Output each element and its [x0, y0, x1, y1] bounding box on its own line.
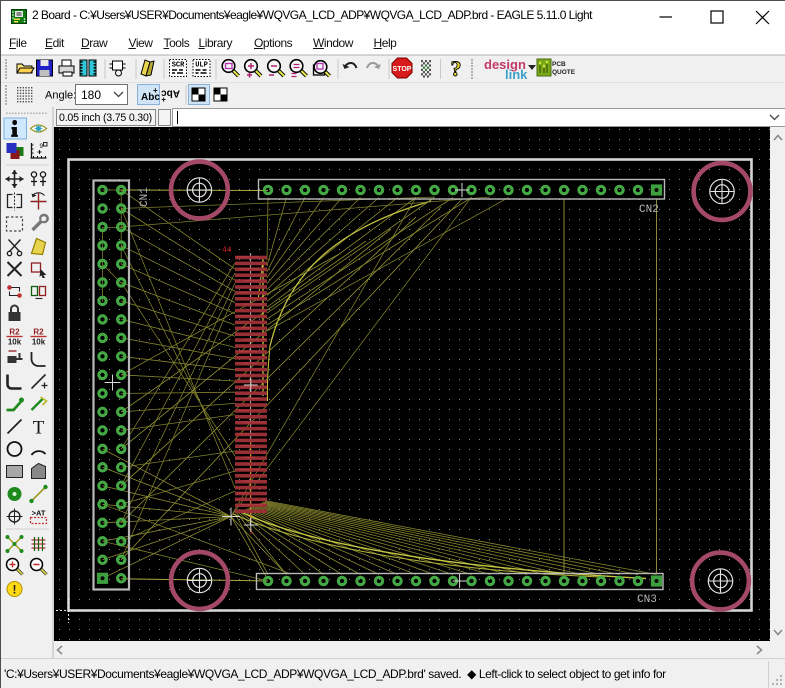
svg-text:9: 9	[40, 143, 44, 150]
svg-text:44: 44	[222, 246, 232, 255]
svg-text:SCR: SCR	[172, 62, 185, 70]
svg-text:R2: R2	[9, 328, 20, 337]
svg-text:CN1: CN1	[139, 187, 151, 207]
svg-text:STOP: STOP	[393, 66, 412, 73]
svg-text:10k: 10k	[8, 338, 22, 347]
svg-text:10k: 10k	[32, 338, 46, 347]
svg-text:?: ?	[451, 56, 462, 81]
svg-text:+: +	[161, 95, 166, 104]
svg-text:!: !	[13, 583, 17, 597]
svg-text:Angle:: Angle:	[45, 90, 76, 102]
svg-text:CN2: CN2	[639, 204, 659, 216]
svg-text:QUOTE: QUOTE	[552, 69, 576, 76]
svg-text:PCB: PCB	[552, 61, 566, 68]
svg-text:+: +	[153, 86, 158, 95]
svg-text:ULP: ULP	[195, 62, 208, 70]
svg-text:0.05 inch (3.75 0.30): 0.05 inch (3.75 0.30)	[59, 112, 152, 124]
svg-text:T: T	[33, 418, 45, 439]
svg-text:link: link	[505, 67, 528, 82]
svg-text:180: 180	[81, 88, 101, 102]
svg-text:CN3: CN3	[637, 594, 657, 606]
svg-text:R2: R2	[33, 328, 44, 337]
svg-text:>AT: >AT	[32, 509, 46, 518]
